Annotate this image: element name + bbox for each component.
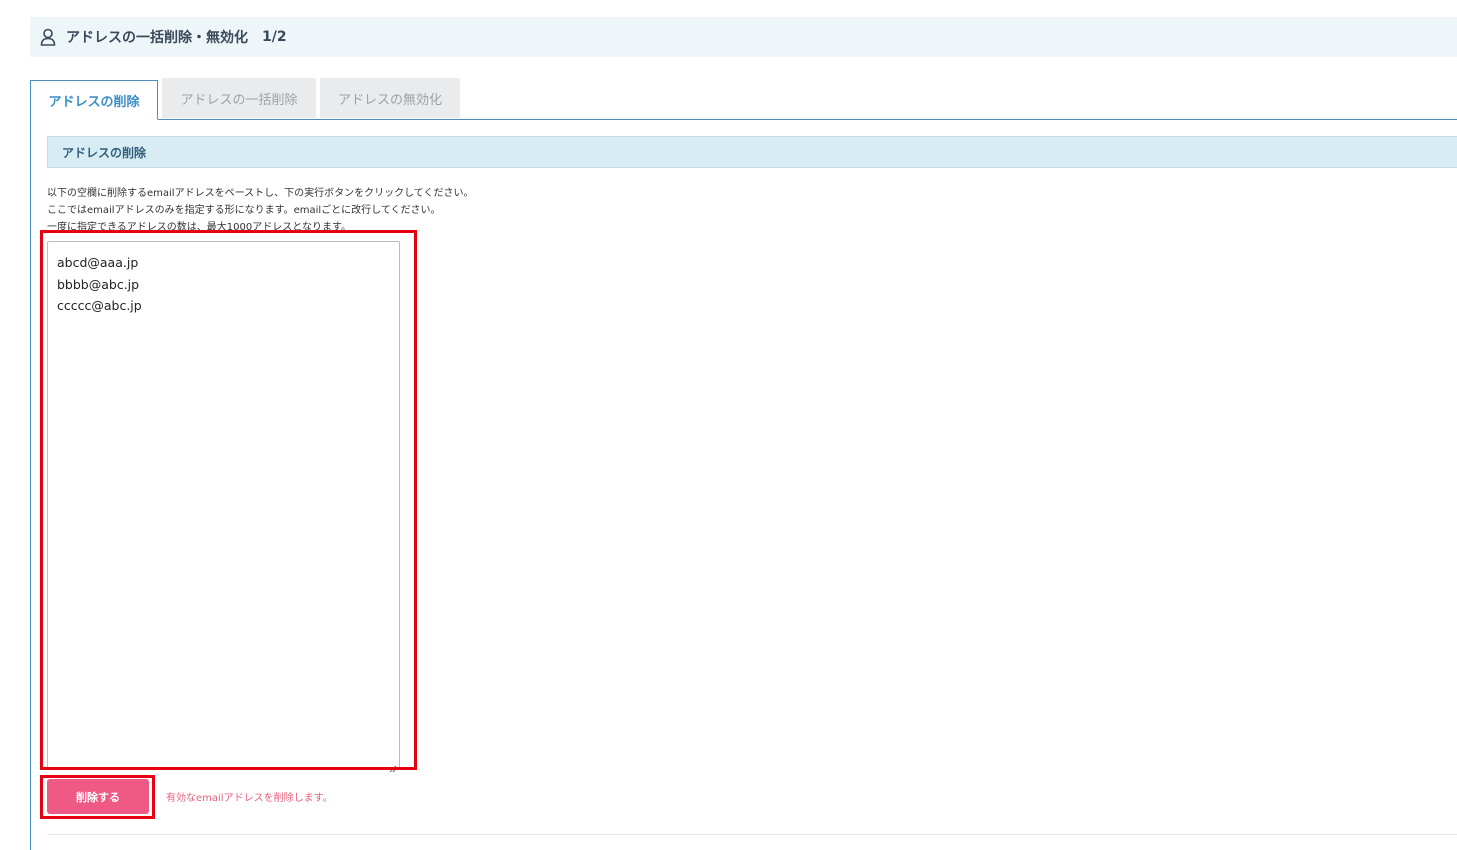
instruction-line: ここではemailアドレスのみを指定する形になります。emailごとに改行してく…: [47, 205, 441, 216]
instruction-line: 以下の空欄に削除するemailアドレスをペーストし、下の実行ボタンをクリックして…: [47, 188, 474, 199]
step-indicator: 1/2: [262, 29, 287, 45]
delete-button[interactable]: 削除する: [47, 779, 149, 814]
section-header: アドレスの削除: [47, 136, 1457, 168]
tab-address-bulk-delete[interactable]: アドレスの一括削除: [162, 78, 316, 118]
bottom-divider: [47, 834, 1457, 835]
textarea-line: ccccc@abc.jp: [57, 298, 142, 313]
resize-handle-icon[interactable]: [389, 758, 397, 773]
instructions: 以下の空欄に削除するemailアドレスをペーストし、下の実行ボタンをクリックして…: [47, 185, 473, 236]
textarea-line: bbbb@abc.jp: [57, 276, 140, 292]
page-header: アドレスの一括削除・無効化 1/2: [30, 17, 1457, 57]
content-left-border: [30, 119, 31, 850]
instruction-line: 一度に指定できるアドレスの数は、最大1000アドレスとなります。: [47, 222, 351, 233]
page-title: アドレスの一括削除・無効化: [66, 30, 248, 46]
tab-bar: アドレスの削除 アドレスの一括削除 アドレスの無効化: [30, 78, 1457, 120]
tab-address-delete[interactable]: アドレスの削除: [30, 80, 158, 120]
email-address-textarea[interactable]: abcd@aaa.jp bbbb@abc.jp ccccc@abc.jp: [47, 241, 400, 773]
textarea-line: abcd@aaa.jp: [57, 255, 139, 270]
delete-note: 有効なemailアドレスを削除します。: [166, 793, 333, 804]
page: アドレスの一括削除・無効化 1/2 アドレスの削除 アドレスの一括削除 アドレス…: [0, 0, 1457, 850]
tab-address-disable[interactable]: アドレスの無効化: [320, 78, 460, 118]
user-icon: [40, 28, 56, 46]
